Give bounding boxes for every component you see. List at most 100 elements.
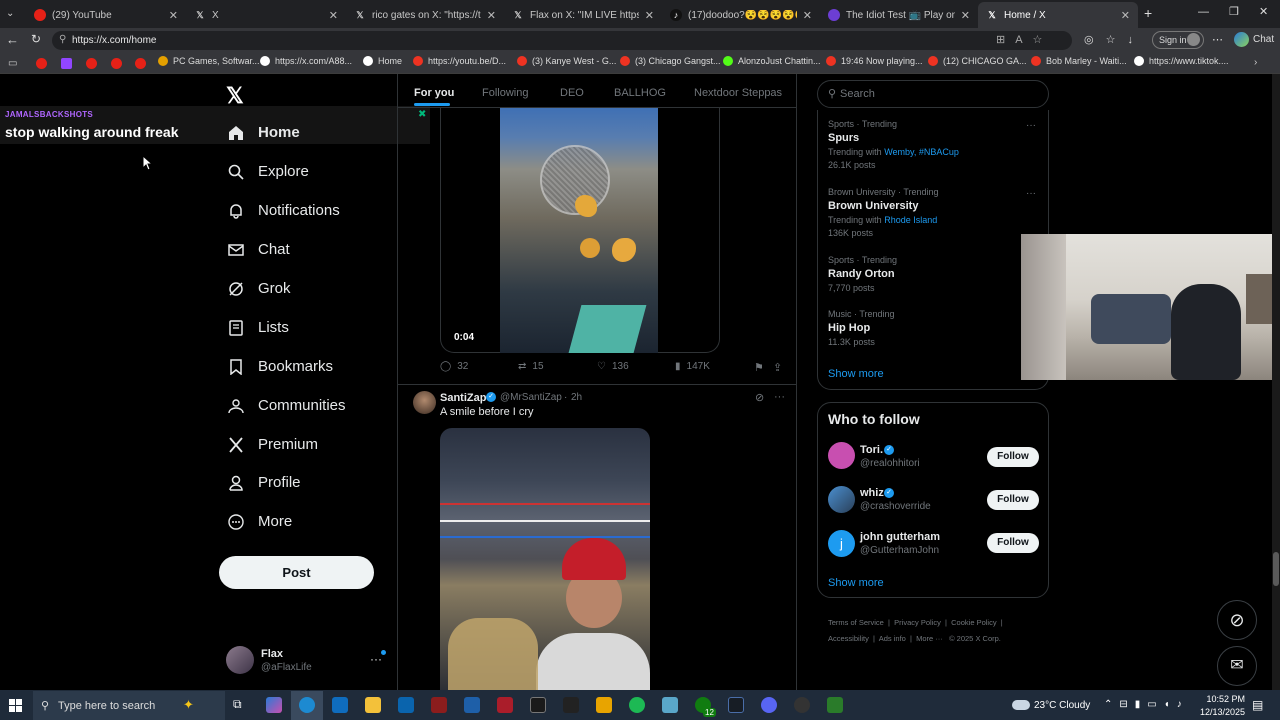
repost-button[interactable]: ⇄ 15 <box>518 361 544 372</box>
clock-date[interactable]: 12/13/2025 <box>1195 707 1245 717</box>
tab-for-you[interactable]: For you <box>414 87 454 99</box>
user-avatar[interactable]: j <box>828 530 855 557</box>
user-avatar[interactable] <box>828 486 855 513</box>
trend-item[interactable]: Sports · Trending Spurs Trending with We… <box>828 119 959 170</box>
post-image[interactable] <box>440 428 650 690</box>
nav-explore[interactable]: Explore <box>228 163 309 180</box>
share-icon[interactable]: ⇪ <box>773 361 782 374</box>
clock-time[interactable]: 10:52 PM <box>1205 694 1245 704</box>
bookmark-item[interactable]: https://youtu.be/D... <box>413 56 506 66</box>
reply-button[interactable]: ◯ 32 <box>440 361 468 372</box>
app-icon[interactable] <box>431 697 447 713</box>
app-icon[interactable] <box>497 697 513 713</box>
bookmark-item[interactable]: (12) CHICAGO GA... <box>928 56 1027 66</box>
trend-item[interactable]: Brown University · Trending Brown Univer… <box>828 187 939 238</box>
views-button[interactable]: ▮ 147K <box>675 361 710 372</box>
x-logo-icon[interactable]: 𝕏 <box>226 83 244 109</box>
trend-item[interactable]: Music · Trending Hip Hop 11.3K posts <box>828 309 895 347</box>
edge-icon[interactable] <box>299 697 315 713</box>
taskbar-search-input[interactable]: ⚲ Type here to search ✦ <box>33 691 225 720</box>
app-icon[interactable] <box>827 697 843 713</box>
nav-chat[interactable]: Chat <box>228 241 290 258</box>
copilot-icon[interactable] <box>1234 32 1249 47</box>
bookmark-item[interactable]: AlonzoJust Chattin... <box>723 56 821 66</box>
nav-notifications[interactable]: Notifications <box>228 202 340 219</box>
browser-tab-3[interactable]: 𝕏rico gates on X: "https://t.co/wQ...✕ <box>346 2 504 28</box>
close-icon[interactable]: ✕ <box>169 9 178 22</box>
outlook-icon[interactable] <box>398 697 414 713</box>
site-info-icon[interactable]: ⚲ <box>59 34 66 45</box>
follow-button[interactable]: Follow <box>987 533 1039 553</box>
youtube-bookmark-icon[interactable] <box>135 58 146 69</box>
bookmark-item[interactable]: (3) Kanye West - G... <box>517 56 616 66</box>
browser-tab-6[interactable]: The Idiot Test 📺 Play on CrazyGa...✕ <box>820 2 978 28</box>
store-icon[interactable] <box>332 697 348 713</box>
close-icon[interactable]: ✕ <box>645 9 654 22</box>
like-button[interactable]: ♡ 136 <box>597 361 629 372</box>
file-explorer-icon[interactable] <box>365 697 381 713</box>
app-icon[interactable] <box>596 697 612 713</box>
task-view-icon[interactable]: ⧉ <box>233 697 249 713</box>
app-icon[interactable] <box>530 697 546 713</box>
browser-tab-4[interactable]: 𝕏Flax on X: "IM LIVE https://t.co/7G...✕ <box>504 2 662 28</box>
app-icon[interactable] <box>794 697 810 713</box>
scrollbar-thumb[interactable] <box>1273 552 1279 586</box>
close-icon[interactable]: ✕ <box>487 9 496 22</box>
close-icon[interactable]: ✕ <box>803 9 812 22</box>
nav-grok[interactable]: Grok <box>228 280 291 297</box>
spotify-icon[interactable] <box>629 697 645 713</box>
nav-home[interactable]: Home <box>228 124 300 141</box>
system-tray-icons[interactable]: ⌃⊟▮▭◖♪ <box>1104 699 1189 710</box>
maximize-icon[interactable]: ❐ <box>1229 5 1239 18</box>
new-tab-icon[interactable]: + <box>1144 5 1152 21</box>
twitch-bookmark-icon[interactable] <box>61 58 72 69</box>
follow-show-more-link[interactable]: Show more <box>828 577 884 589</box>
browser-tab-2[interactable]: 𝕏 X ✕ <box>186 2 346 28</box>
grok-floating-button[interactable]: ⊘ <box>1217 600 1257 640</box>
post-author-name[interactable]: SantiZap <box>440 392 486 404</box>
app-icon[interactable] <box>464 697 480 713</box>
account-menu-icon[interactable]: ··· <box>370 652 382 666</box>
trend-more-icon[interactable]: ··· <box>1026 188 1036 199</box>
menu-dots-icon[interactable]: ⋯ <box>1212 33 1223 46</box>
close-icon[interactable]: ✕ <box>961 9 970 22</box>
steam-icon[interactable] <box>728 697 744 713</box>
tab-nextdoor-steppas[interactable]: Nextdoor Steppas <box>694 87 782 99</box>
minimize-icon[interactable]: — <box>1198 6 1209 18</box>
app-icon[interactable] <box>662 697 678 713</box>
trend-more-icon[interactable]: ··· <box>1026 120 1036 131</box>
windows-start-icon[interactable] <box>9 699 22 712</box>
back-icon[interactable]: ← <box>6 32 19 47</box>
youtube-bookmark-icon[interactable] <box>36 58 47 69</box>
copilot-taskbar-icon[interactable] <box>266 697 282 713</box>
nav-premium[interactable]: Premium <box>228 436 318 453</box>
bookmark-item[interactable]: PC Games, Softwar... <box>158 56 260 66</box>
chat-label[interactable]: Chat <box>1253 34 1274 45</box>
nav-more[interactable]: More <box>228 513 292 530</box>
user-name[interactable]: Tori. <box>860 444 883 456</box>
nav-bookmarks[interactable]: Bookmarks <box>228 358 333 375</box>
bookmark-post-icon[interactable]: ⚑ <box>754 361 764 374</box>
follow-button[interactable]: Follow <box>987 447 1039 467</box>
nav-communities[interactable]: Communities <box>228 397 346 414</box>
bookmark-item[interactable]: https://x.com/A88... <box>260 56 352 66</box>
nav-profile[interactable]: Profile <box>228 474 301 491</box>
close-icon[interactable]: ✕ <box>329 9 338 22</box>
post-author-avatar[interactable] <box>413 391 436 414</box>
bookmark-item[interactable]: (3) Chicago Gangst... <box>620 56 721 66</box>
bookmark-item[interactable]: https://www.tiktok.... <box>1134 56 1229 66</box>
nav-lists[interactable]: Lists <box>228 319 289 336</box>
trend-item[interactable]: Sports · Trending Randy Orton 7,770 post… <box>828 255 897 293</box>
bookmark-item[interactable]: Home <box>363 56 402 66</box>
post-button[interactable]: Post <box>219 556 374 589</box>
search-input[interactable]: ⚲ Search <box>817 80 1049 108</box>
window-close-icon[interactable]: ✕ <box>1259 5 1268 18</box>
youtube-bookmark-icon[interactable] <box>111 58 122 69</box>
tab-list-icon[interactable]: ⌄ <box>6 8 14 19</box>
refresh-icon[interactable]: ↻ <box>31 32 41 46</box>
bookmarks-folder-icon[interactable]: ▭ <box>8 58 17 69</box>
post-more-icon[interactable]: ··· <box>774 391 785 403</box>
user-avatar[interactable] <box>828 442 855 469</box>
browser-tab-5[interactable]: ♪(17)doodoo?😵😵😵😵😵😵✕ <box>662 2 820 28</box>
notifications-icon[interactable]: ▤ <box>1252 698 1263 712</box>
